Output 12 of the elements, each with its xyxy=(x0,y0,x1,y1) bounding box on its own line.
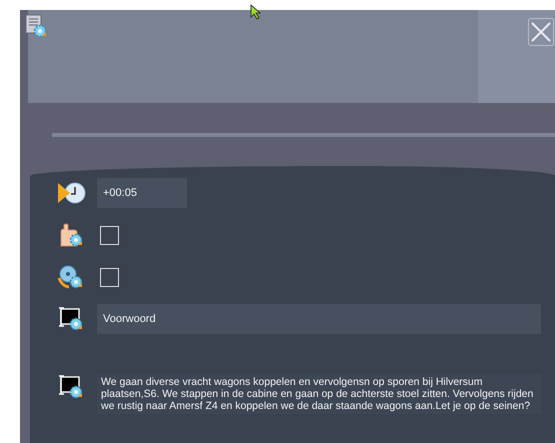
checkbox[interactable] xyxy=(100,226,119,244)
disc-gear-icon xyxy=(57,264,85,290)
clock-play-icon xyxy=(56,181,86,205)
checkbox[interactable] xyxy=(100,268,119,286)
close-button[interactable] xyxy=(528,18,554,46)
document-gear-icon[interactable] xyxy=(24,14,48,38)
mouse-cursor-icon xyxy=(250,4,262,20)
screen-gear-icon xyxy=(57,374,85,400)
title-field[interactable]: Voorwoord xyxy=(97,304,541,334)
screen-gear-icon xyxy=(57,306,85,332)
time-field[interactable]: +00:05 xyxy=(97,178,187,208)
description-text[interactable]: We gaan diverse vracht wagons koppelen en vervolgensn op sporen bij Hilversum plaatsen,S6. We stappen in de cabine en gaan op de achterste stoel zitten. Vervolgens rijden we rustig naar Amersf Z4 en koppelen we de daar staande wagons aan.Let je op de seinen? xyxy=(97,374,541,414)
